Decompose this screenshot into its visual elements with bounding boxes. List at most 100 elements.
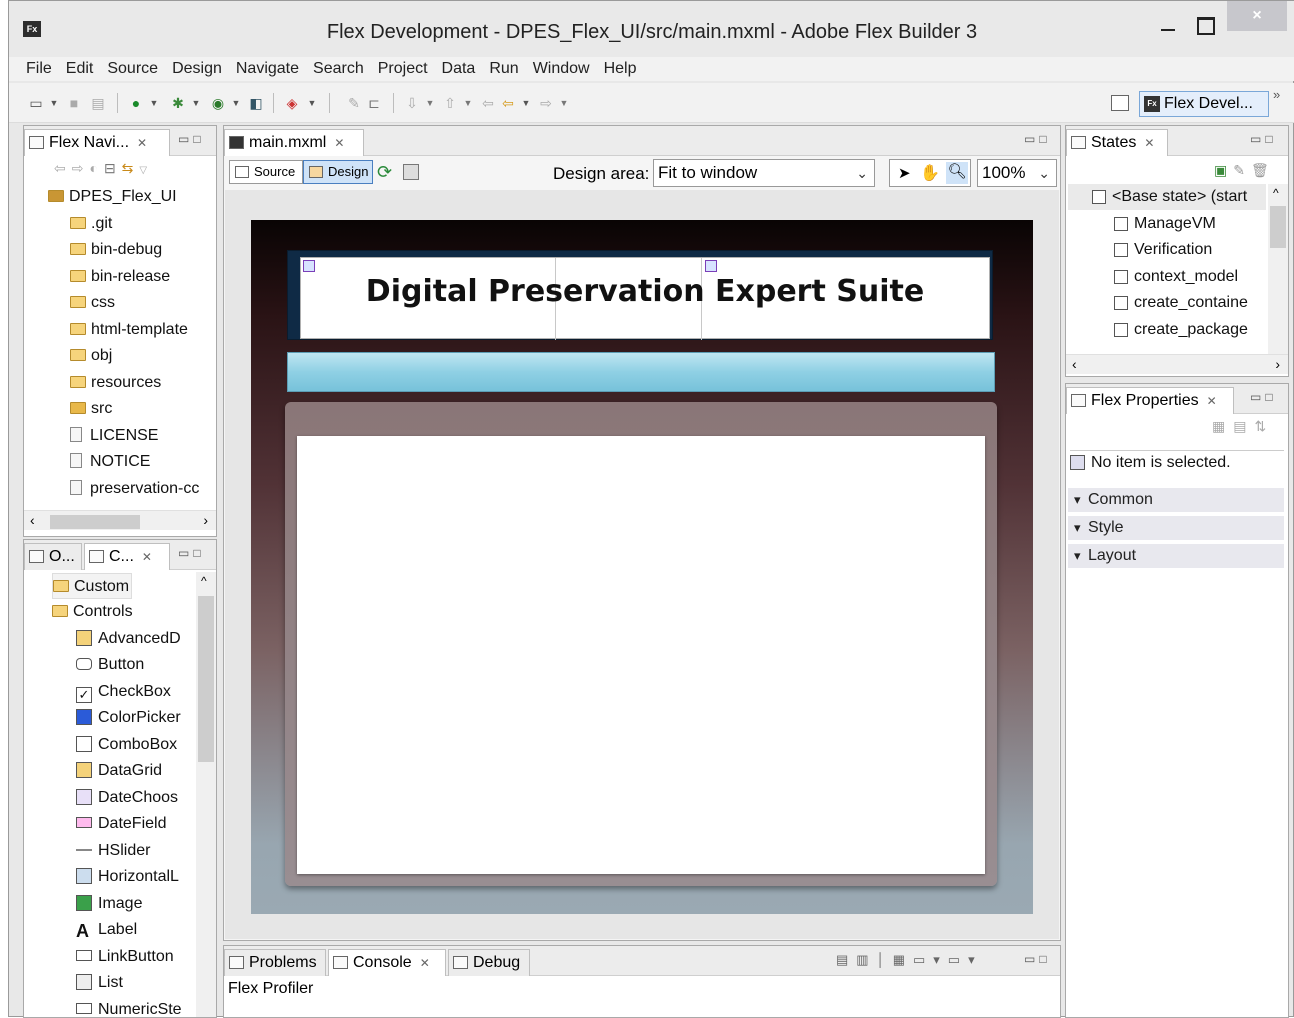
state-item[interactable]: Verification bbox=[1114, 237, 1212, 263]
list-item[interactable]: NOTICE bbox=[70, 449, 150, 475]
section-common[interactable]: Common bbox=[1068, 488, 1284, 512]
header-container[interactable]: Digital Preservation Expert Suite bbox=[287, 250, 993, 340]
debug-icon[interactable]: ✱ bbox=[169, 95, 187, 111]
list-item[interactable]: bin-release bbox=[70, 264, 170, 290]
menu-source[interactable]: Source bbox=[100, 57, 165, 81]
folder-controls[interactable]: Controls bbox=[52, 599, 133, 625]
close-button[interactable]: × bbox=[1227, 1, 1287, 31]
component-item[interactable]: DataGrid bbox=[76, 758, 162, 784]
close-tab-icon[interactable]: ✕ bbox=[334, 136, 344, 150]
menu-data[interactable]: Data bbox=[435, 57, 483, 81]
scroll-right-icon[interactable]: › bbox=[203, 512, 208, 528]
minimize-maximize-icons[interactable]: ▭□ bbox=[1250, 132, 1277, 146]
link-with-editor-icon[interactable]: ⇆ bbox=[122, 160, 140, 176]
back-icon[interactable]: ⇦ bbox=[54, 160, 72, 176]
external-tools-icon[interactable]: ◈ bbox=[283, 95, 301, 111]
forward-icon[interactable]: ⇨ bbox=[72, 160, 90, 176]
dropdown-arrow-icon[interactable]: ▼ bbox=[145, 95, 163, 111]
dropdown-arrow-icon[interactable]: ▼ bbox=[227, 95, 245, 111]
scroll-thumb[interactable] bbox=[50, 515, 140, 529]
open-perspective-icon[interactable] bbox=[1111, 95, 1129, 111]
component-item[interactable]: Image bbox=[76, 891, 142, 917]
scroll-right-icon[interactable]: › bbox=[1275, 356, 1280, 372]
maximize-button[interactable] bbox=[1189, 9, 1219, 39]
dropdown-arrow-icon[interactable]: ▼ bbox=[187, 95, 205, 111]
dropdown-arrow-icon[interactable]: ▼ bbox=[303, 95, 321, 111]
new-icon[interactable]: ▭ bbox=[27, 95, 45, 111]
tab-problems[interactable]: Problems bbox=[224, 949, 326, 976]
scroll-thumb[interactable] bbox=[1270, 206, 1286, 248]
tab-components[interactable]: C... ✕ bbox=[84, 543, 170, 570]
scroll-up-icon[interactable]: ^ bbox=[1273, 186, 1279, 200]
tab-outline[interactable]: O... bbox=[24, 543, 82, 570]
new-state-icon[interactable]: ▣ bbox=[1214, 162, 1233, 178]
refresh-icon[interactable]: ⟳ bbox=[377, 162, 392, 183]
state-item[interactable]: create_containe bbox=[1114, 290, 1248, 316]
pan-hand-icon[interactable]: ✋ bbox=[920, 163, 940, 183]
prev-annotation-icon[interactable]: ⇧ bbox=[441, 95, 459, 111]
zoom-select[interactable]: 100% ⌄ bbox=[977, 159, 1057, 187]
list-item[interactable]: src bbox=[70, 396, 112, 422]
tab-flex-navigator[interactable]: Flex Navi... ✕ bbox=[24, 129, 170, 156]
list-item[interactable]: preservation-cc bbox=[70, 476, 199, 502]
dropdown-arrow-icon[interactable]: ▼ bbox=[555, 95, 573, 111]
list-item[interactable]: css bbox=[70, 290, 115, 316]
section-style[interactable]: Style bbox=[1068, 516, 1284, 540]
scroll-thumb[interactable] bbox=[198, 596, 214, 762]
menu-navigate[interactable]: Navigate bbox=[229, 57, 306, 81]
component-item[interactable]: DateField bbox=[76, 811, 166, 837]
dropdown-arrow-icon[interactable]: ▼ bbox=[459, 95, 477, 111]
menu-window[interactable]: Window bbox=[526, 57, 597, 81]
content-panel[interactable] bbox=[285, 402, 997, 886]
annotation-icon[interactable]: ⊏ bbox=[365, 95, 383, 111]
state-item-base[interactable]: <Base state> (start bbox=[1068, 184, 1266, 210]
flex-development-perspective-button[interactable]: Fx Flex Devel... bbox=[1139, 91, 1269, 117]
folder-custom[interactable]: Custom bbox=[52, 573, 133, 599]
profile-icon[interactable]: ◉ bbox=[209, 95, 227, 111]
close-tab-icon[interactable]: ✕ bbox=[137, 136, 147, 150]
menu-design[interactable]: Design bbox=[165, 57, 229, 81]
component-item[interactable]: ✓ CheckBox bbox=[76, 679, 171, 705]
pencil-icon[interactable]: ✎ bbox=[345, 95, 363, 111]
print-icon[interactable]: ▤ bbox=[89, 95, 107, 111]
design-mode-button[interactable]: Design bbox=[303, 160, 373, 184]
save-icon[interactable]: ■ bbox=[65, 95, 83, 111]
dropdown-arrow-icon[interactable]: ▼ bbox=[45, 95, 63, 111]
navigation-bar[interactable] bbox=[287, 352, 995, 392]
menu-search[interactable]: Search bbox=[306, 57, 371, 81]
source-mode-button[interactable]: Source bbox=[229, 160, 303, 184]
component-item[interactable]: A Label bbox=[76, 917, 137, 943]
application-stage[interactable]: Digital Preservation Expert Suite bbox=[251, 220, 1033, 914]
list-item[interactable]: LICENSE bbox=[70, 423, 158, 449]
close-tab-icon[interactable]: ✕ bbox=[1144, 136, 1154, 150]
state-item[interactable]: create_package bbox=[1114, 317, 1248, 343]
run-icon[interactable]: ● bbox=[127, 95, 145, 111]
state-item[interactable]: context_model bbox=[1114, 264, 1238, 290]
minimize-maximize-icons[interactable]: ▭□ bbox=[1024, 132, 1051, 146]
states-horizontal-scrollbar[interactable]: ‹ › bbox=[1066, 354, 1288, 374]
tab-flex-properties[interactable]: Flex Properties ✕ bbox=[1066, 387, 1234, 414]
tab-debug[interactable]: Debug bbox=[448, 949, 530, 976]
dropdown-arrow-icon[interactable]: ▼ bbox=[517, 95, 535, 111]
list-item[interactable]: resources bbox=[70, 370, 161, 396]
menu-project[interactable]: Project bbox=[371, 57, 435, 81]
navigator-horizontal-scrollbar[interactable]: ‹ › bbox=[24, 510, 216, 530]
component-item[interactable]: DateChoos bbox=[76, 785, 178, 811]
console-toolbar[interactable]: ▤▥│▦▭▾▭▾ bbox=[836, 952, 983, 968]
edit-state-icon[interactable]: ✎ bbox=[1233, 162, 1251, 178]
list-item[interactable]: obj bbox=[70, 343, 112, 369]
category-view-icon[interactable]: ▤ bbox=[1233, 418, 1254, 434]
standard-view-icon[interactable]: ▦ bbox=[1212, 418, 1233, 434]
list-item[interactable]: bin-debug bbox=[70, 237, 162, 263]
component-item[interactable]: LinkButton bbox=[76, 944, 174, 970]
tab-states[interactable]: States ✕ bbox=[1066, 129, 1168, 156]
minimize-button[interactable] bbox=[1153, 9, 1183, 39]
minimize-maximize-icons[interactable]: ▭□ bbox=[1024, 952, 1051, 966]
next-annotation-icon[interactable]: ⇩ bbox=[403, 95, 421, 111]
collapse-all-icon[interactable]: ⊟ bbox=[104, 160, 122, 176]
zoom-icon[interactable]: 🔍︎ bbox=[946, 162, 968, 184]
design-area-select[interactable]: Fit to window ⌄ bbox=[653, 159, 875, 187]
component-item[interactable]: HSlider bbox=[76, 838, 150, 864]
dropdown-arrow-icon[interactable]: ▼ bbox=[421, 95, 439, 111]
component-item[interactable]: ComboBox bbox=[76, 732, 177, 758]
